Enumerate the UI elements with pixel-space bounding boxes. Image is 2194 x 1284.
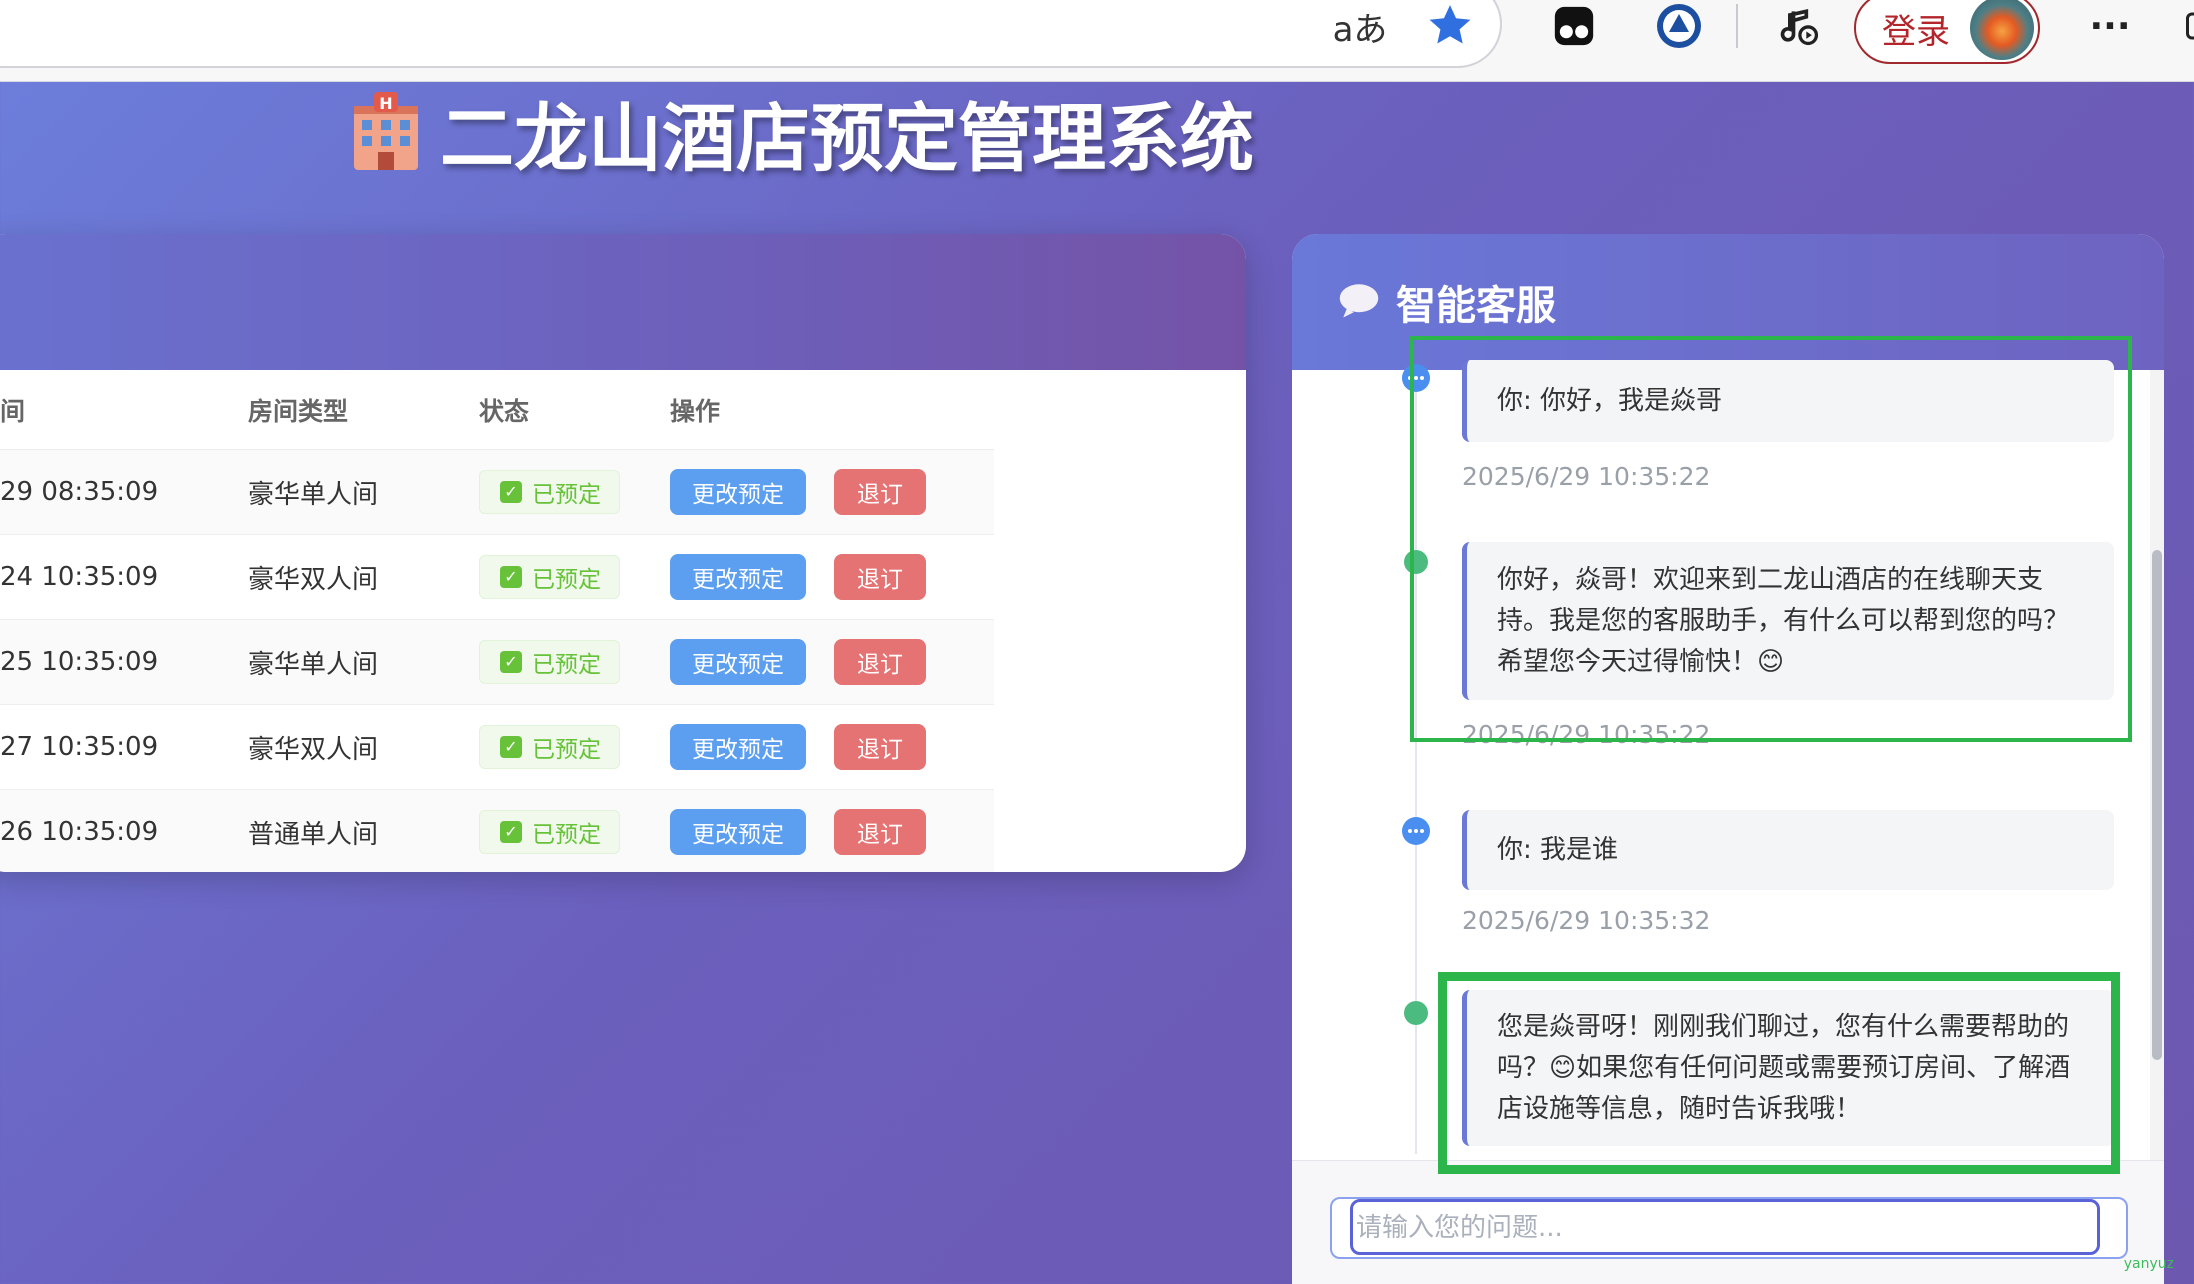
watermark: yanyuz	[2123, 1256, 2174, 1272]
table-row: 25 10:35:09 豪华单人间 ✓ 已预定 更改预定 退订	[0, 620, 994, 705]
user-message: 你: 你好，我是焱哥	[1462, 360, 2114, 442]
chat-title: 智能客服	[1396, 283, 1556, 329]
chat-messages: 你: 你好，我是焱哥 2025/6/29 10:35:22 你好，焱哥！欢迎来到…	[1292, 360, 2164, 1160]
status-badge: ✓ 已预定	[479, 640, 620, 684]
status-label: 已预定	[532, 567, 601, 593]
cancel-booking-button[interactable]: 退订	[834, 809, 926, 855]
bot-message-icon	[1404, 550, 1428, 574]
room-type: 豪华单人间	[248, 649, 379, 680]
hotel-icon: H	[346, 90, 426, 174]
chat-panel: 智能客服 你: 你好，我是焱哥 2025/6/29 10:35:22 你好，焱哥…	[1292, 234, 2164, 1284]
table-row: 24 10:35:09 豪华双人间 ✓ 已预定 更改预定 退订	[0, 535, 994, 620]
room-type: 豪华单人间	[248, 479, 379, 510]
page-title: H 二龙山酒店预定管理系统	[346, 82, 1254, 182]
header-time: 间	[0, 396, 26, 426]
bot-message-icon	[1404, 1001, 1428, 1025]
bookings-table: 间 房间类型 状态 操作 29 08:35:09 豪华单人间 ✓ 已预定 更改预定…	[0, 370, 994, 872]
room-type: 普通单人间	[248, 819, 379, 850]
login-label: 登录	[1882, 11, 1950, 52]
check-icon: ✓	[500, 566, 522, 588]
login-button[interactable]: 登录	[1854, 0, 2040, 64]
message-timestamp: 2025/6/29 10:35:22	[1462, 720, 1711, 749]
media-control-icon[interactable]	[1774, 0, 1824, 52]
cancel-booking-button[interactable]: 退订	[834, 639, 926, 685]
modify-booking-button[interactable]: 更改预定	[670, 724, 806, 770]
system-title: 二龙山酒店预定管理系统	[440, 95, 1254, 182]
check-icon: ✓	[500, 821, 522, 843]
status-badge: ✓ 已预定	[479, 725, 620, 769]
svg-text:H: H	[379, 94, 392, 113]
address-bar[interactable]	[0, 0, 1502, 68]
read-aloud-glyph: aあ	[1332, 9, 1388, 50]
booking-time: 24 10:35:09	[0, 562, 159, 592]
cancel-booking-button[interactable]: 退订	[834, 724, 926, 770]
modify-booking-button[interactable]: 更改预定	[670, 809, 806, 855]
more-glyph: ···	[2089, 5, 2131, 47]
chat-scrollbar-thumb[interactable]	[2152, 550, 2162, 1060]
speech-bubble-icon	[1338, 282, 1380, 322]
status-badge: ✓ 已预定	[479, 810, 620, 854]
message-text: 您是焱哥呀！刚刚我们聊过，您有什么需要帮助的吗？😊如果您有任何问题或需要预订房间…	[1497, 1011, 2071, 1124]
message-text: 你: 你好，我是焱哥	[1497, 385, 1723, 416]
profile-extension-icon[interactable]	[1652, 0, 1706, 52]
cancel-booking-button[interactable]: 退订	[834, 469, 926, 515]
message-text: 你好，焱哥！欢迎来到二龙山酒店的在线聊天支持。我是您的客服助手，有什么可以帮到您…	[1497, 564, 2070, 677]
message-timestamp: 2025/6/29 10:35:32	[1462, 906, 1711, 935]
bookings-panel: 间 房间类型 状态 操作 29 08:35:09 豪华单人间 ✓ 已预定 更改预定…	[0, 234, 1246, 872]
extension-icon[interactable]	[1548, 0, 1600, 52]
modify-booking-button[interactable]: 更改预定	[670, 639, 806, 685]
status-label: 已预定	[532, 737, 601, 763]
room-type: 豪华双人间	[248, 564, 379, 595]
chat-input[interactable]	[1330, 1197, 2128, 1259]
header-status: 状态	[479, 396, 530, 426]
message-text: 你: 我是谁	[1497, 834, 1619, 865]
chat-input-area	[1292, 1160, 2164, 1284]
check-icon: ✓	[500, 736, 522, 758]
sidebar-toggle-icon[interactable]	[2180, 0, 2194, 52]
cancel-booking-button[interactable]: 退订	[834, 554, 926, 600]
header-room-type: 房间类型	[248, 396, 349, 426]
bookings-panel-header	[0, 234, 1246, 370]
status-label: 已预定	[532, 822, 601, 848]
timeline-line	[1415, 390, 1417, 1154]
toolbar-separator	[1736, 4, 1738, 48]
favorite-star-icon[interactable]	[1422, 0, 1478, 52]
status-badge: ✓ 已预定	[479, 555, 620, 599]
user-message-icon	[1402, 817, 1430, 845]
table-row: 26 10:35:09 普通单人间 ✓ 已预定 更改预定 退订	[0, 790, 994, 872]
modify-booking-button[interactable]: 更改预定	[670, 469, 806, 515]
user-avatar	[1970, 0, 2034, 60]
user-message: 你: 我是谁	[1462, 810, 2114, 890]
more-menu-icon[interactable]: ···	[2080, 0, 2140, 52]
modify-booking-button[interactable]: 更改预定	[670, 554, 806, 600]
table-header: 间 房间类型 状态 操作	[0, 370, 994, 450]
message-timestamp: 2025/6/29 10:35:22	[1462, 462, 1711, 491]
check-icon: ✓	[500, 481, 522, 503]
chat-header: 智能客服	[1292, 234, 2164, 370]
browser-toolbar: aあ 登录 ···	[0, 0, 2194, 82]
status-label: 已预定	[532, 482, 601, 508]
status-badge: ✓ 已预定	[479, 470, 620, 514]
check-icon: ✓	[500, 651, 522, 673]
header-actions: 操作	[670, 396, 721, 426]
room-type: 豪华双人间	[248, 734, 379, 765]
booking-time: 29 08:35:09	[0, 477, 159, 507]
table-row: 27 10:35:09 豪华双人间 ✓ 已预定 更改预定 退订	[0, 705, 994, 790]
bot-message: 你好，焱哥！欢迎来到二龙山酒店的在线聊天支持。我是您的客服助手，有什么可以帮到您…	[1462, 542, 2114, 700]
table-row: 29 08:35:09 豪华单人间 ✓ 已预定 更改预定 退订	[0, 450, 994, 535]
read-aloud-icon[interactable]: aあ	[1330, 0, 1390, 52]
status-label: 已预定	[532, 652, 601, 678]
user-message-icon	[1402, 364, 1430, 392]
booking-time: 26 10:35:09	[0, 817, 159, 847]
bot-message: 您是焱哥呀！刚刚我们聊过，您有什么需要帮助的吗？😊如果您有任何问题或需要预订房间…	[1462, 990, 2114, 1146]
booking-time: 25 10:35:09	[0, 647, 159, 677]
booking-time: 27 10:35:09	[0, 732, 159, 762]
